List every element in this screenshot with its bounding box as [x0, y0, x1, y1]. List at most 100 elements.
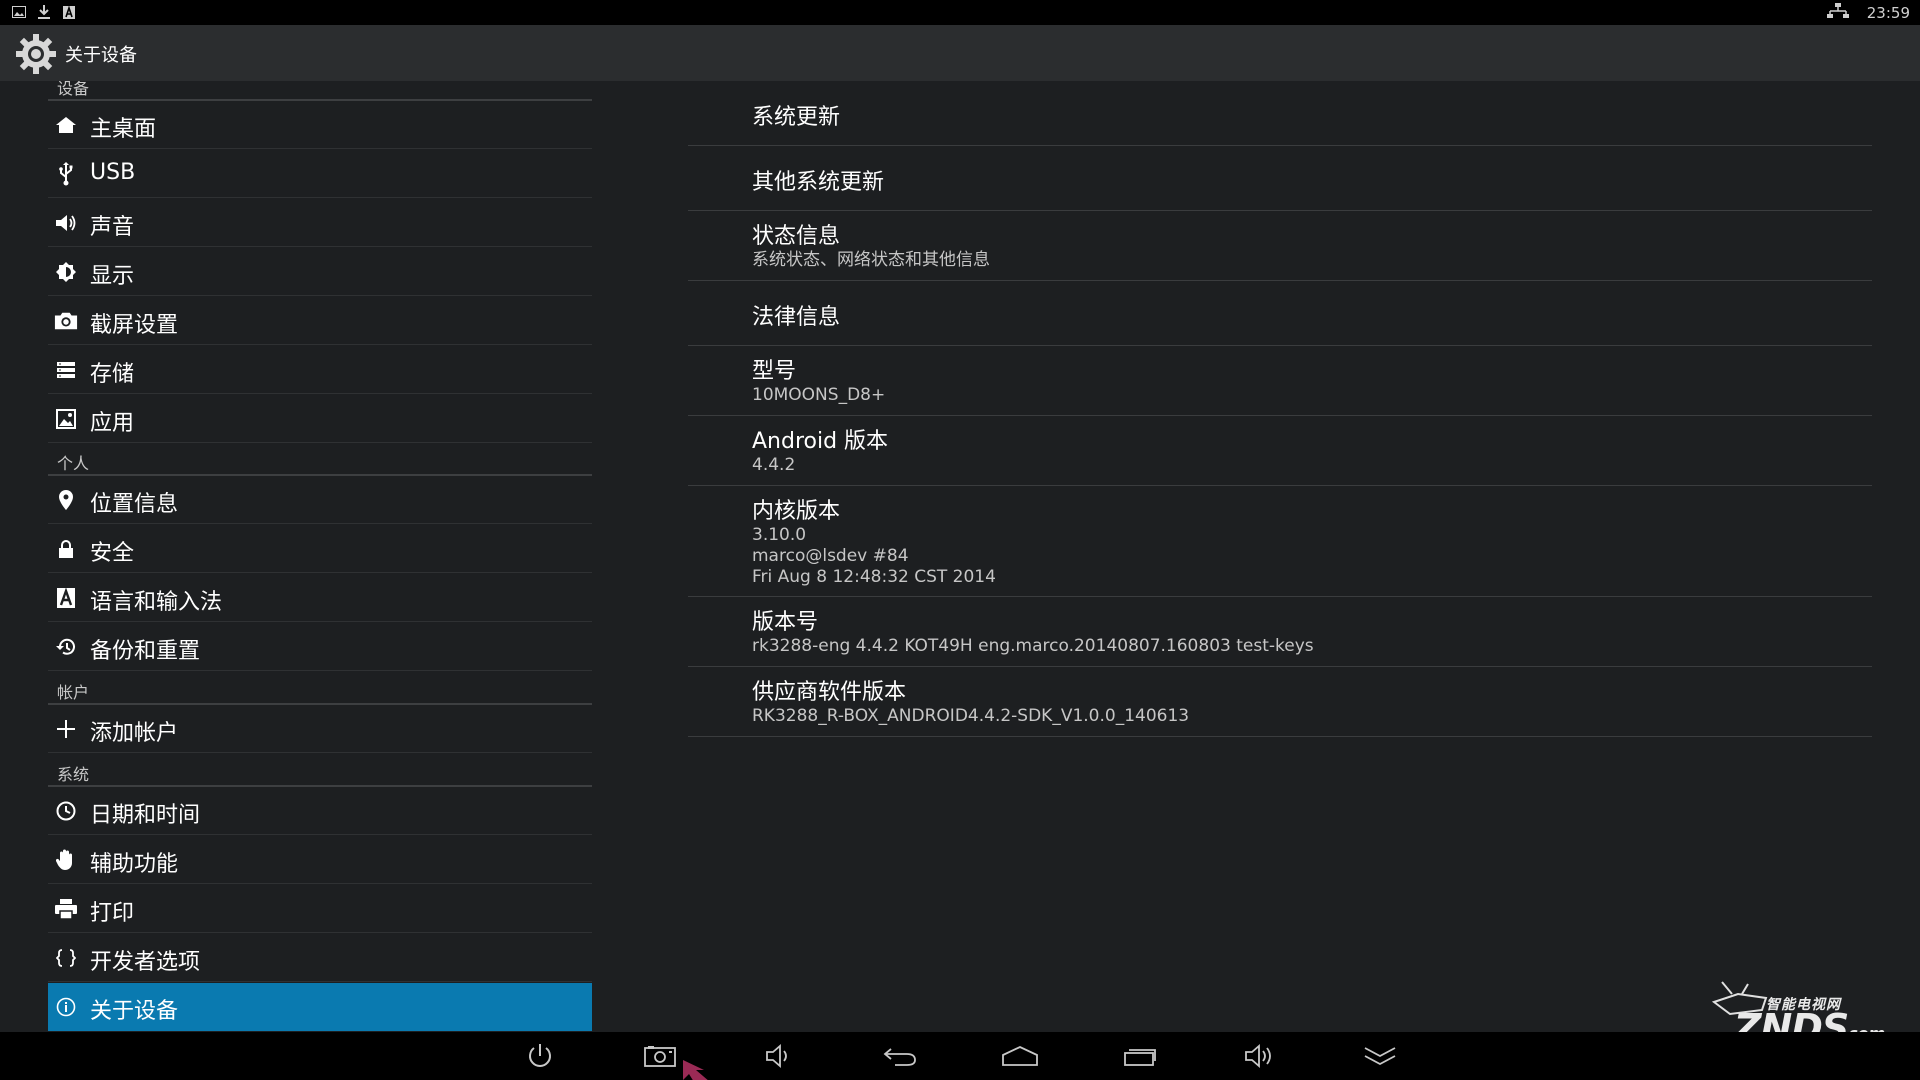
- power-icon[interactable]: [518, 1038, 562, 1074]
- keyboard-icon: [62, 4, 76, 20]
- sidebar-item-add-account[interactable]: 添加帐户: [48, 705, 592, 753]
- apps-icon: [54, 407, 78, 431]
- sidebar-item-label: 开发者选项: [90, 950, 201, 975]
- back-icon[interactable]: [878, 1038, 922, 1074]
- sidebar-item-label: 安全: [90, 541, 135, 566]
- recent-apps-icon[interactable]: [1118, 1038, 1162, 1074]
- volume-up-icon[interactable]: [1238, 1038, 1282, 1074]
- item-title: Android 版本: [752, 429, 889, 454]
- sidebar-item-date-time[interactable]: 日期和时间: [48, 787, 592, 835]
- section-header-device: 设备: [48, 81, 592, 101]
- item-summary: 3.10.0 marco@lsdev #84 Fri Aug 8 12:48:3…: [752, 525, 996, 587]
- section-label: 个人: [57, 454, 90, 473]
- image-icon: [12, 4, 26, 20]
- volume-icon: [54, 211, 78, 235]
- item-summary: rk3288-eng 4.4.2 KOT49H eng.marco.201408…: [752, 636, 1314, 656]
- sidebar-item-label: 声音: [90, 215, 135, 240]
- settings-headers-list[interactable]: 设备 主桌面 USB 声音 显示 截屏设置 存储 应用 个人 位置信息 安全 语…: [48, 81, 592, 1032]
- sidebar-item-location[interactable]: 位置信息: [48, 476, 592, 524]
- home-icon[interactable]: [998, 1038, 1042, 1074]
- hand-icon: [54, 848, 78, 872]
- volume-down-icon[interactable]: [758, 1038, 802, 1074]
- action-bar: 关于设备: [0, 25, 1920, 81]
- screenshot-icon[interactable]: [638, 1038, 682, 1074]
- info-icon: [54, 995, 78, 1019]
- plus-icon: [54, 717, 78, 741]
- sidebar-item-usb[interactable]: USB: [48, 150, 592, 198]
- sidebar-item-apps[interactable]: 应用: [48, 395, 592, 443]
- android-version-item[interactable]: Android 版本 4.4.2: [688, 416, 1872, 486]
- clock: 23:59: [1866, 3, 1910, 22]
- item-title: 内核版本: [752, 499, 841, 524]
- storage-icon: [54, 358, 78, 382]
- download-icon: [37, 4, 51, 20]
- navigation-bar: [0, 1032, 1920, 1080]
- item-summary: 4.4.2: [752, 455, 796, 475]
- home-icon: [54, 113, 78, 137]
- sidebar-item-label: 备份和重置: [90, 639, 201, 664]
- sidebar-item-about-device[interactable]: 关于设备: [48, 983, 592, 1031]
- sidebar-item-label: 辅助功能: [90, 852, 179, 877]
- vendor-software-version-item: 供应商软件版本 RK3288_R-BOX_ANDROID4.4.2-SDK_V1…: [688, 667, 1872, 737]
- sidebar-item-language-input[interactable]: 语言和输入法: [48, 574, 592, 622]
- sidebar-item-label: 位置信息: [90, 492, 179, 517]
- sidebar-item-display[interactable]: 显示: [48, 248, 592, 296]
- status-info-item[interactable]: 状态信息 系统状态、网络状态和其他信息: [688, 211, 1872, 281]
- section-label: 系统: [57, 765, 90, 784]
- item-title: 系统更新: [752, 105, 841, 130]
- build-number-item[interactable]: 版本号 rk3288-eng 4.4.2 KOT49H eng.marco.20…: [688, 597, 1872, 667]
- sidebar-item-label: 关于设备: [90, 999, 179, 1024]
- sidebar-item-label: 语言和输入法: [90, 590, 223, 615]
- keyboard-a-icon: [54, 586, 78, 610]
- other-system-update-item[interactable]: 其他系统更新: [688, 146, 1872, 211]
- sidebar-item-label: 截屏设置: [90, 313, 179, 338]
- section-header-system: 系统: [48, 761, 592, 787]
- item-title: 其他系统更新: [752, 170, 885, 195]
- sidebar-item-label: 显示: [90, 264, 135, 289]
- item-summary: 10MOONS_D8+: [752, 385, 886, 405]
- sidebar-item-home[interactable]: 主桌面: [48, 101, 592, 149]
- sidebar-item-developer-options[interactable]: 开发者选项: [48, 934, 592, 982]
- sidebar-item-print[interactable]: 打印: [48, 885, 592, 933]
- hide-bar-icon[interactable]: [1358, 1038, 1402, 1074]
- notification-icons: [12, 4, 76, 20]
- settings-screen: 23:59 关于设备 设备 主桌面 USB 声音 显示 截屏设置 存储 应用 个…: [0, 0, 1920, 1080]
- printer-icon: [54, 897, 78, 921]
- lock-icon: [54, 537, 78, 561]
- sidebar-item-backup-reset[interactable]: 备份和重置: [48, 623, 592, 671]
- ethernet-icon: [1826, 2, 1849, 23]
- sidebar-item-label: USB: [90, 160, 136, 185]
- model-item: 型号 10MOONS_D8+: [688, 346, 1872, 416]
- item-title: 版本号: [752, 610, 819, 635]
- legal-info-item[interactable]: 法律信息: [688, 281, 1872, 346]
- system-update-item[interactable]: 系统更新: [688, 81, 1872, 146]
- backup-restore-icon: [54, 635, 78, 659]
- sidebar-item-accessibility[interactable]: 辅助功能: [48, 836, 592, 884]
- sidebar-item-storage[interactable]: 存储: [48, 346, 592, 394]
- location-pin-icon: [54, 488, 78, 512]
- sidebar-item-label: 日期和时间: [90, 803, 201, 828]
- mouse-cursor-icon: [682, 1060, 712, 1080]
- section-header-personal: 个人: [48, 450, 592, 476]
- sidebar-item-screenshot-settings[interactable]: 截屏设置: [48, 297, 592, 345]
- camera-icon: [54, 309, 78, 333]
- section-header-accounts: 帐户: [48, 679, 592, 705]
- settings-gear-icon[interactable]: [14, 32, 58, 76]
- sidebar-item-sound[interactable]: 声音: [48, 199, 592, 247]
- sidebar-item-label: 主桌面: [90, 117, 157, 142]
- sidebar-item-label: 添加帐户: [90, 721, 179, 746]
- item-summary: RK3288_R-BOX_ANDROID4.4.2-SDK_V1.0.0_140…: [752, 706, 1190, 726]
- section-label: 帐户: [57, 683, 90, 702]
- usb-icon: [54, 162, 78, 186]
- item-title: 状态信息: [752, 224, 841, 249]
- sidebar-item-label: 应用: [90, 411, 135, 436]
- clock-icon: [54, 799, 78, 823]
- status-bar: 23:59: [0, 0, 1920, 25]
- page-title: 关于设备: [65, 45, 137, 66]
- item-summary: 系统状态、网络状态和其他信息: [752, 250, 990, 270]
- braces-icon: [54, 946, 78, 970]
- item-title: 型号: [752, 359, 797, 384]
- kernel-version-item: 内核版本 3.10.0 marco@lsdev #84 Fri Aug 8 12…: [688, 486, 1872, 597]
- sidebar-item-label: 存储: [90, 362, 135, 387]
- sidebar-item-security[interactable]: 安全: [48, 525, 592, 573]
